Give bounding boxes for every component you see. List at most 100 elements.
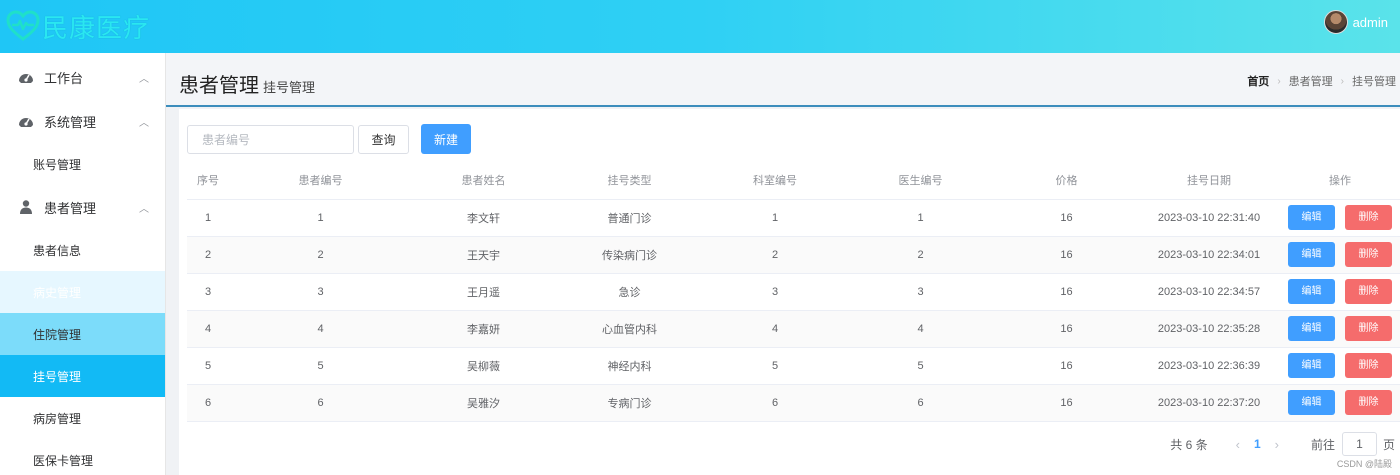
table-cell: 6 [187, 384, 229, 422]
table-cell: 3 [187, 273, 229, 311]
sidebar-group-system[interactable]: 系统管理 ︿ [0, 99, 165, 143]
sidebar-item-history[interactable]: 病史管理 [0, 271, 165, 313]
column-header: 患者姓名 [412, 162, 555, 200]
delete-button[interactable]: 删除 [1345, 242, 1392, 267]
edit-button[interactable]: 编辑 [1288, 353, 1335, 378]
actions-cell: 编辑 删除 [1280, 199, 1400, 237]
table-cell: 5 [187, 347, 229, 385]
actions-cell: 编辑 删除 [1280, 236, 1400, 274]
actions-cell: 编辑 删除 [1280, 273, 1400, 311]
table-header-row: 序号 患者编号 患者姓名 挂号类型 科室编号 医生编号 价格 挂号日期 操作 [187, 162, 1400, 200]
sidebar-item-insurance-card[interactable]: 医保卡管理 [0, 439, 165, 475]
table-cell: 4 [187, 310, 229, 348]
pagination-total: 共 6 条 [1170, 437, 1208, 452]
table-row: 5 5 吴柳薇 神经内科 5 5 16 2023-03-10 22:36:39 编辑 删除 [187, 347, 1400, 385]
sidebar-group-label: 患者管理 [44, 200, 97, 216]
breadcrumb-item[interactable]: 患者管理 [1289, 73, 1333, 89]
table-cell: 2 [229, 236, 412, 274]
delete-button[interactable]: 删除 [1345, 279, 1392, 304]
table-cell: 神经内科 [555, 347, 704, 385]
goto-label: 前往 [1310, 437, 1335, 452]
table-cell: 5 [229, 347, 412, 385]
edit-button[interactable]: 编辑 [1288, 242, 1335, 267]
table-cell: 3 [229, 273, 412, 311]
chevron-up-icon: ︿ [139, 118, 149, 129]
chevron-right-icon: › [1277, 75, 1281, 87]
user-icon [20, 200, 32, 214]
table-cell: 4 [704, 310, 846, 348]
sidebar-item-inpatient[interactable]: 住院管理 [0, 313, 165, 355]
search-input[interactable] [187, 125, 354, 154]
breadcrumb-item: 挂号管理 [1352, 76, 1396, 88]
chevron-up-icon: ︿ [139, 74, 149, 85]
sidebar-item-accounts[interactable]: 账号管理 [0, 143, 165, 185]
table-body: 1 1 李文轩 普通门诊 1 1 16 2023-03-10 22:31:40 编辑 删除 2 2 王天… [187, 199, 1400, 422]
column-header: 医生编号 [846, 162, 995, 200]
edit-button[interactable]: 编辑 [1288, 390, 1335, 415]
table-cell: 1 [187, 199, 229, 237]
table-cell: 2023-03-10 22:34:57 [1138, 273, 1280, 311]
dashboard-icon [19, 118, 33, 127]
table-cell: 16 [995, 273, 1138, 311]
table-row: 4 4 李嘉妍 心血管内科 4 4 16 2023-03-10 22:35:28 编辑 删除 [187, 310, 1400, 348]
main-content: 患者管理挂号管理 首页 › 患者管理 › 挂号管理 查询 新建 序号 患者编号 … [166, 53, 1400, 475]
table-cell: 李文轩 [412, 199, 555, 237]
table-cell: 普通门诊 [555, 199, 704, 237]
prev-page-icon[interactable]: ‹ [1236, 437, 1240, 452]
table-cell: 3 [704, 273, 846, 311]
table-cell: 1 [846, 199, 995, 237]
sidebar-group-dashboard[interactable]: 工作台 ︿ [0, 55, 165, 99]
page-subtitle: 挂号管理 [263, 80, 316, 95]
table-cell: 16 [995, 199, 1138, 237]
breadcrumb-home[interactable]: 首页 [1247, 73, 1269, 89]
sidebar-item-ward[interactable]: 病房管理 [0, 397, 165, 439]
goto-page-input[interactable] [1341, 432, 1377, 456]
chevron-right-icon: › [1340, 75, 1344, 87]
page-number-current[interactable]: 1 [1254, 437, 1261, 451]
table-cell: 2023-03-10 22:35:28 [1138, 310, 1280, 348]
table-cell: 1 [229, 199, 412, 237]
table-cell: 6 [229, 384, 412, 422]
pagination: 共 6 条 ‹ 1 › 前往 页 [1170, 431, 1400, 457]
table-cell: 2 [187, 236, 229, 274]
sidebar-item-patient-info[interactable]: 患者信息 [0, 229, 165, 271]
top-header: 民康医疗 admin [0, 0, 1400, 53]
logo-text: 民康医疗 [42, 13, 151, 44]
avatar[interactable] [1323, 10, 1348, 34]
table-cell: 2023-03-10 22:36:39 [1138, 347, 1280, 385]
new-button[interactable]: 新建 [421, 124, 471, 154]
edit-button[interactable]: 编辑 [1288, 205, 1335, 230]
logo[interactable]: 民康医疗 [6, 9, 151, 44]
username[interactable]: admin [1353, 15, 1388, 30]
table-cell: 16 [995, 310, 1138, 348]
table-cell: 16 [995, 236, 1138, 274]
query-button[interactable]: 查询 [358, 125, 409, 154]
next-page-icon[interactable]: › [1275, 437, 1279, 452]
table-cell: 3 [846, 273, 995, 311]
dashboard-icon [19, 74, 33, 83]
column-header: 科室编号 [704, 162, 846, 200]
sidebar-group-label: 工作台 [44, 70, 84, 86]
table-cell: 急诊 [555, 273, 704, 311]
table-cell: 1 [704, 199, 846, 237]
page-title-text: 患者管理 [179, 75, 259, 97]
delete-button[interactable]: 删除 [1345, 353, 1392, 378]
table-cell: 2 [704, 236, 846, 274]
table-row: 1 1 李文轩 普通门诊 1 1 16 2023-03-10 22:31:40 编辑 删除 [187, 199, 1400, 237]
edit-button[interactable]: 编辑 [1288, 316, 1335, 341]
column-header: 序号 [187, 162, 229, 200]
column-header: 挂号日期 [1138, 162, 1280, 200]
user-menu[interactable]: admin [1323, 10, 1388, 34]
edit-button[interactable]: 编辑 [1288, 279, 1335, 304]
table-cell: 传染病门诊 [555, 236, 704, 274]
table-cell: 6 [704, 384, 846, 422]
actions-cell: 编辑 删除 [1280, 310, 1400, 348]
sidebar-item-registration[interactable]: 挂号管理 [0, 355, 165, 397]
table-cell: 2023-03-10 22:31:40 [1138, 199, 1280, 237]
table-row: 6 6 吴雅汐 专病门诊 6 6 16 2023-03-10 22:37:20 编辑 删除 [187, 384, 1400, 422]
delete-button[interactable]: 删除 [1345, 205, 1392, 230]
sidebar-group-patients[interactable]: 患者管理 ︿ [0, 185, 165, 229]
table-cell: 王天宇 [412, 236, 555, 274]
delete-button[interactable]: 删除 [1345, 390, 1392, 415]
delete-button[interactable]: 删除 [1345, 316, 1392, 341]
